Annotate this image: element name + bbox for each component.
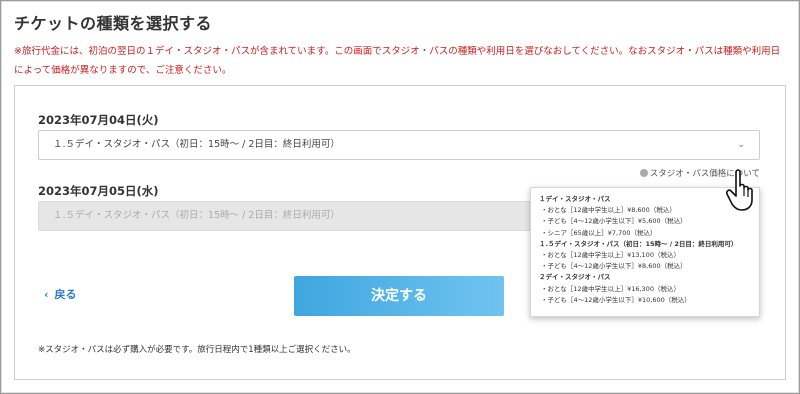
tooltip-item: ・子ども［4～12歳小学生以下］¥5,600（税込） bbox=[541, 217, 687, 226]
tooltip-item: ・おとな［12歳中学生以上］¥8,600（税込） bbox=[541, 206, 676, 215]
day2-pass-value: １.５デイ・スタジオ・パス（初日：15時～ / 2日目：終日利用可） bbox=[53, 210, 340, 221]
tooltip-item: ・子ども［4～12歳小学生以下］¥8,600（税込） bbox=[541, 262, 687, 271]
day1-pass-select[interactable]: １.５デイ・スタジオ・パス（初日：15時～ / 2日目：終日利用可） ⌄ bbox=[38, 130, 760, 160]
tooltip-item: ・シニア［65歳以上］¥7,700（税込） bbox=[541, 228, 657, 237]
chevron-left-icon: ‹ bbox=[44, 288, 49, 301]
tooltip-item: ・おとな［12歳中学生以上］¥16,300（税込） bbox=[541, 284, 680, 293]
tooltip-heading: １デイ・スタジオ・パス bbox=[539, 195, 611, 203]
tooltip-heading: １.５デイ・スタジオ・パス（初日：15時～ / 2日目：終日利用可） bbox=[539, 239, 738, 248]
notice-text: ※旅行代金には、初泊の翌日の１デイ・スタジオ・パスが含まれています。この画面でス… bbox=[14, 46, 781, 76]
day2-date: 2023年07月05日(水) bbox=[38, 184, 159, 198]
chevron-down-icon: ⌄ bbox=[737, 140, 745, 150]
day1-pass-value: １.５デイ・スタジオ・パス（初日：15時～ / 2日目：終日利用可） bbox=[53, 139, 340, 150]
day1-date: 2023年07月04日(火) bbox=[38, 113, 159, 127]
tooltip-item: ・おとな［12歳中学生以上］¥13,100（税込） bbox=[541, 251, 680, 260]
back-label: 戻る bbox=[54, 288, 77, 301]
footnote-text: ※スタジオ・パスは必ず購入が必要です。旅行日程内で1種類以上ご選択ください。 bbox=[38, 345, 356, 355]
tooltip-heading: ２デイ・スタジオ・パス bbox=[539, 273, 611, 282]
back-link[interactable]: ‹ 戻る bbox=[44, 286, 77, 302]
tooltip-item: ・子ども［4～12歳小学生以下］¥10,600（税込） bbox=[541, 295, 691, 304]
decide-button[interactable]: 決定する bbox=[294, 276, 504, 316]
hand-cursor-icon bbox=[726, 169, 753, 211]
info-dot-icon bbox=[639, 169, 648, 177]
page-title: チケットの種類を選択する bbox=[14, 14, 213, 33]
